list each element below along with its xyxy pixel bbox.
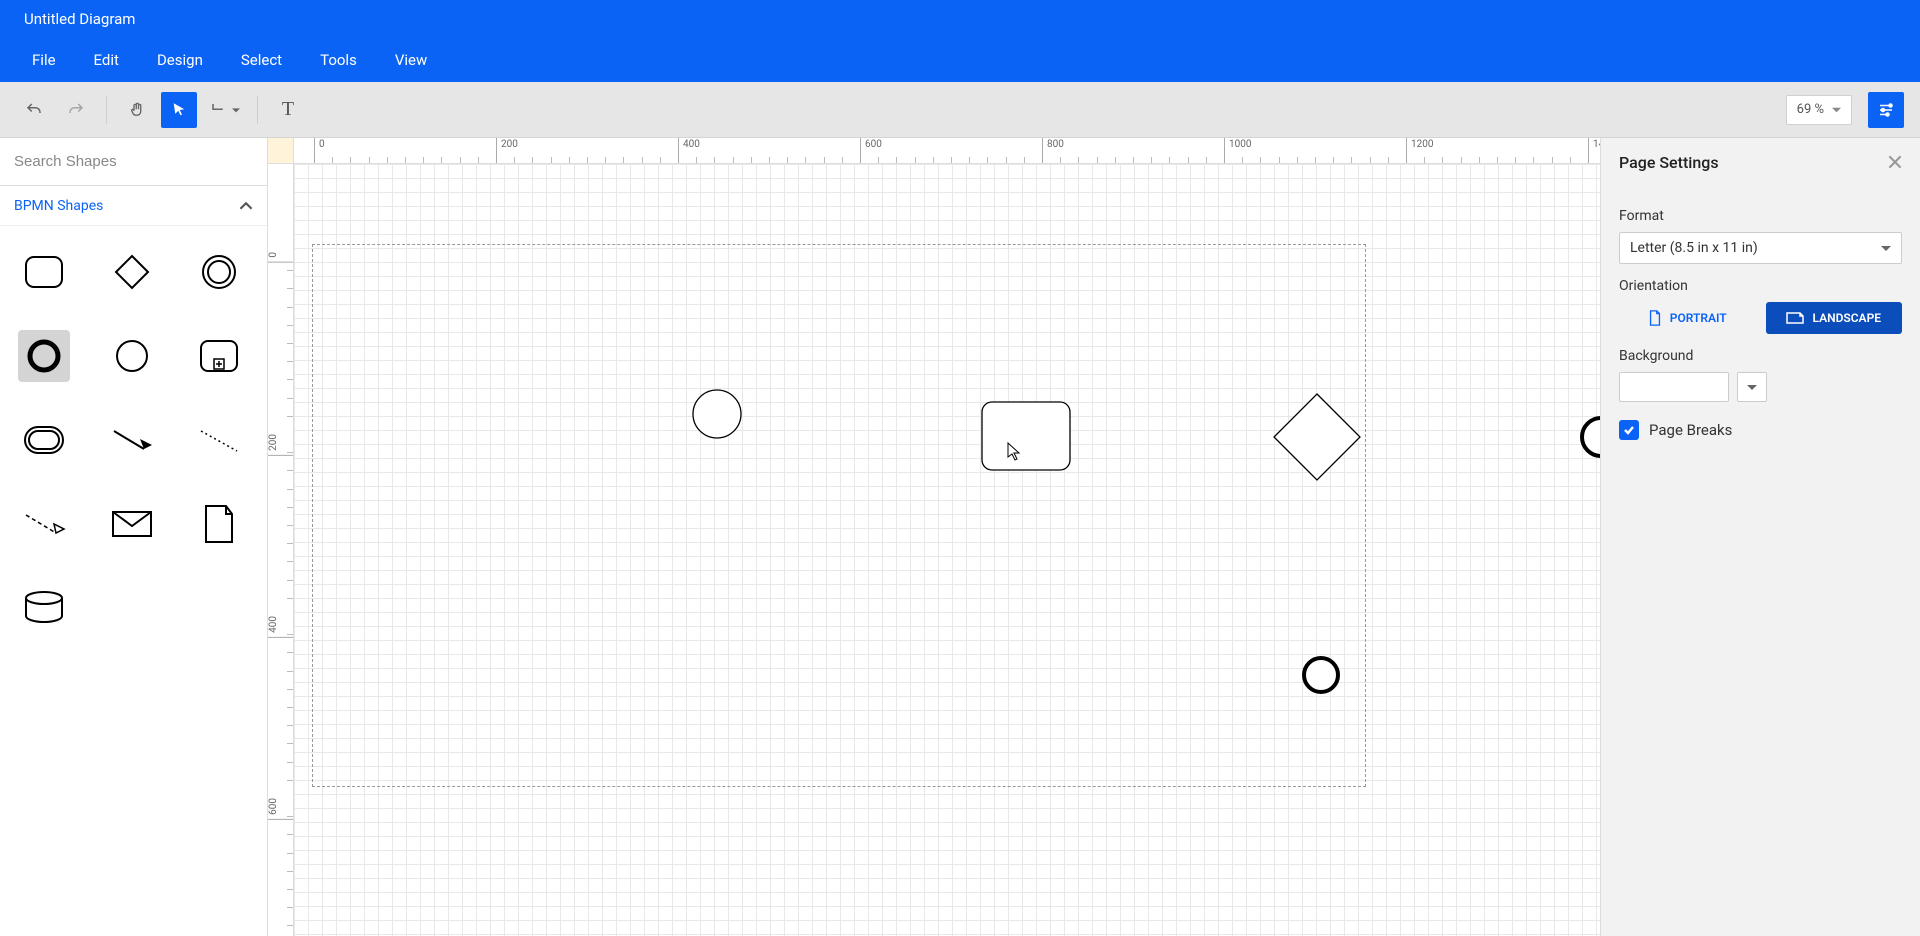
pan-tool-button[interactable] xyxy=(119,92,155,128)
check-icon xyxy=(1623,424,1635,436)
zoom-dropdown[interactable]: 69 % xyxy=(1786,95,1852,125)
format-label: Format xyxy=(1619,208,1902,224)
canvas-shape-diamond[interactable] xyxy=(1272,392,1362,482)
undo-button[interactable] xyxy=(16,92,52,128)
canvas-shape-circle-thick[interactable] xyxy=(1579,415,1600,459)
portrait-label: PORTRAIT xyxy=(1670,311,1727,325)
canvas-area: 0200400600800100012001400 0200400600 xyxy=(268,138,1600,936)
palette-sequence-flow[interactable] xyxy=(106,414,158,466)
text-tool-button[interactable]: T xyxy=(270,92,306,128)
connector-tool-button[interactable] xyxy=(203,92,245,128)
menu-file[interactable]: File xyxy=(18,45,70,75)
format-value: Letter (8.5 in x 11 in) xyxy=(1630,240,1758,256)
properties-body: Format Letter (8.5 in x 11 in) Orientati… xyxy=(1601,186,1920,448)
palette-intermediate-event[interactable] xyxy=(193,246,245,298)
portrait-icon xyxy=(1648,310,1662,326)
canvas-shape-circle-thick[interactable] xyxy=(1301,655,1341,695)
background-dropdown[interactable] xyxy=(1737,372,1767,402)
menu-design[interactable]: Design xyxy=(143,45,217,75)
redo-button[interactable] xyxy=(58,92,94,128)
shapes-grid xyxy=(0,226,267,654)
app-header: Untitled Diagram File Edit Design Select… xyxy=(0,0,1920,82)
shapes-section-label: BPMN Shapes xyxy=(14,198,103,214)
palette-message[interactable] xyxy=(106,498,158,550)
select-tool-button[interactable] xyxy=(161,92,197,128)
page-boundary xyxy=(312,244,1366,787)
toggle-properties-button[interactable] xyxy=(1868,92,1904,128)
portrait-button[interactable]: PORTRAIT xyxy=(1619,302,1756,334)
ruler-corner xyxy=(268,138,294,164)
ruler-vertical: 0200400600 xyxy=(268,164,294,936)
palette-task[interactable] xyxy=(18,246,70,298)
background-color-well[interactable] xyxy=(1619,372,1729,402)
background-label: Background xyxy=(1619,348,1902,364)
search-shapes-row xyxy=(0,138,267,186)
orientation-label: Orientation xyxy=(1619,278,1902,294)
palette-data-object[interactable] xyxy=(193,498,245,550)
landscape-button[interactable]: LANDSCAPE xyxy=(1766,302,1903,334)
title-bar: Untitled Diagram xyxy=(0,0,1920,38)
close-icon[interactable] xyxy=(1888,155,1902,169)
properties-panel: Page Settings Format Letter (8.5 in x 11… xyxy=(1600,138,1920,936)
palette-subprocess[interactable] xyxy=(193,330,245,382)
palette-gateway[interactable] xyxy=(106,246,158,298)
chevron-up-icon xyxy=(239,199,253,213)
palette-transaction[interactable] xyxy=(18,414,70,466)
page-breaks-label: Page Breaks xyxy=(1649,421,1732,439)
palette-start-event[interactable] xyxy=(106,330,158,382)
zoom-value: 69 % xyxy=(1797,102,1824,117)
palette-data-store[interactable] xyxy=(18,582,70,634)
properties-header: Page Settings xyxy=(1601,138,1920,186)
toolbar: T 69 % xyxy=(0,82,1920,138)
canvas-shape-circle[interactable] xyxy=(692,389,742,439)
search-shapes-input[interactable] xyxy=(14,153,253,170)
properties-title: Page Settings xyxy=(1619,153,1719,172)
orientation-buttons: PORTRAIT LANDSCAPE xyxy=(1619,302,1902,334)
workspace: BPMN Shapes 0200400600800100012001400 02… xyxy=(0,138,1920,936)
shapes-section-header[interactable]: BPMN Shapes xyxy=(0,186,267,226)
chevron-down-icon xyxy=(1881,243,1891,253)
toolbar-separator xyxy=(257,96,258,124)
ruler-horizontal: 0200400600800100012001400 xyxy=(294,138,1600,164)
palette-start-event-thick[interactable] xyxy=(18,330,70,382)
menu-tools[interactable]: Tools xyxy=(306,45,371,75)
shapes-panel: BPMN Shapes xyxy=(0,138,268,936)
palette-association[interactable] xyxy=(193,414,245,466)
drawing-canvas[interactable] xyxy=(294,164,1600,936)
palette-message-flow[interactable] xyxy=(18,498,70,550)
menu-edit[interactable]: Edit xyxy=(80,45,133,75)
format-select[interactable]: Letter (8.5 in x 11 in) xyxy=(1619,232,1902,264)
landscape-icon xyxy=(1786,311,1804,325)
chevron-down-icon xyxy=(1747,382,1757,392)
background-row xyxy=(1619,372,1902,402)
page-breaks-row: Page Breaks xyxy=(1619,420,1902,440)
document-title[interactable]: Untitled Diagram xyxy=(24,10,135,28)
menu-select[interactable]: Select xyxy=(227,45,296,75)
canvas-shape-rounded[interactable] xyxy=(981,401,1071,471)
menu-bar: File Edit Design Select Tools View xyxy=(0,38,1920,82)
landscape-label: LANDSCAPE xyxy=(1812,311,1881,325)
toolbar-separator xyxy=(106,96,107,124)
menu-view[interactable]: View xyxy=(381,45,441,75)
page-breaks-checkbox[interactable] xyxy=(1619,420,1639,440)
